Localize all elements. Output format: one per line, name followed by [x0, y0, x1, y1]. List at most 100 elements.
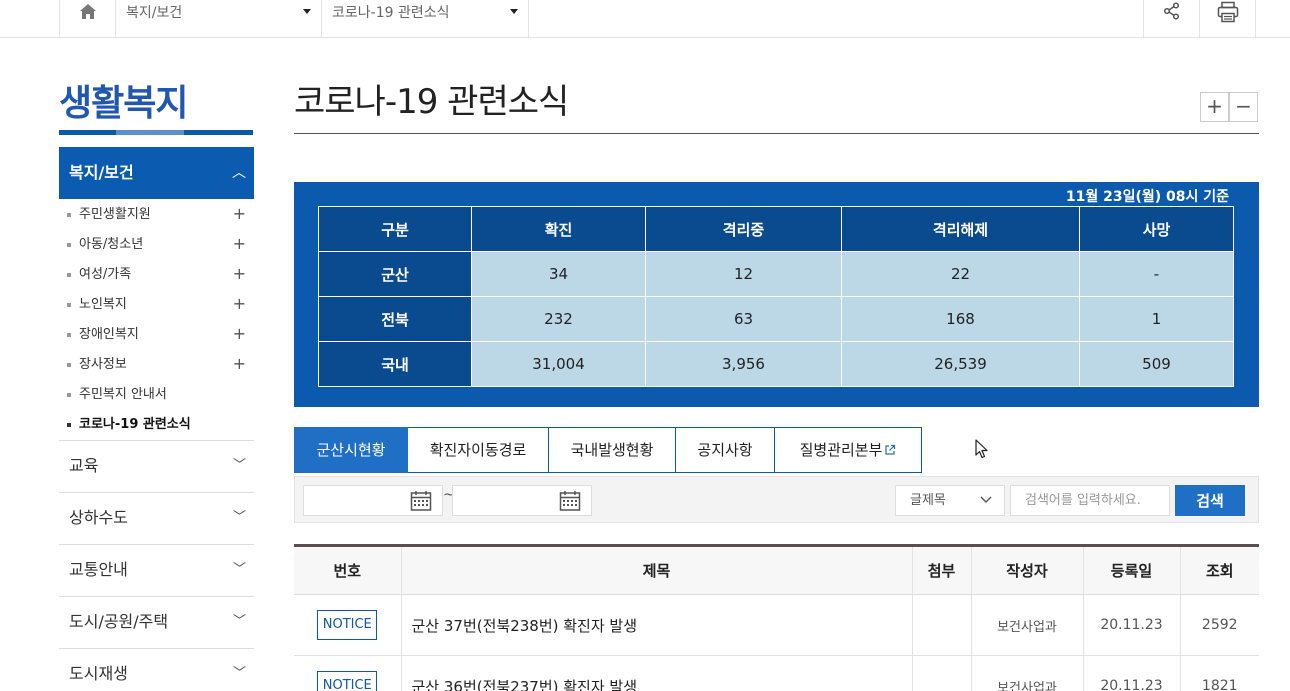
attachment-cell	[911, 594, 971, 656]
stats-row: 국내 31,004 3,956 26,539 509	[318, 341, 1234, 387]
page-select[interactable]: 코로나-19 관련소식	[322, 0, 529, 37]
sidebar-item[interactable]: 주민생활지원 +	[59, 203, 254, 233]
sidebar-section-water[interactable]: 상하수도 ﹀	[59, 492, 254, 544]
sidebar-item[interactable]: 주민복지 안내서	[59, 383, 254, 413]
plus-icon[interactable]: +	[233, 233, 246, 255]
sidebar-item[interactable]: 여성/가족 +	[59, 263, 254, 293]
sidebar-item-label: 장사정보	[79, 357, 127, 372]
sidebar-item[interactable]: 아동/청소년 +	[59, 233, 254, 263]
table-row[interactable]: NOTICE 군산 36번(전북237번) 확진자 발생 보건사업과 20.11…	[294, 655, 1259, 691]
date-cell: 20.11.23	[1082, 594, 1180, 656]
sidebar-section-education[interactable]: 교육 ﹀	[59, 440, 254, 492]
post-title-link[interactable]: 군산 37번(전북238번) 확진자 발생	[400, 594, 912, 656]
stats-cell: 232	[471, 296, 646, 342]
tab-patient-route[interactable]: 확진자이동경로	[408, 427, 549, 473]
stats-cell: 509	[1079, 341, 1234, 387]
home-icon	[79, 4, 96, 19]
notice-board-table: 번호 제목 첨부 작성자 등록일 조회 NOTICE 군산 37번(전북238번…	[294, 544, 1259, 691]
sidebar-section-label: 복지/보건	[69, 163, 134, 182]
search-bar: ~ 글제목 검색	[294, 476, 1259, 523]
sidebar-section-label: 교통안내	[69, 560, 128, 579]
views-cell: 1821	[1179, 655, 1259, 691]
stats-cell: 1	[1079, 296, 1234, 342]
sidebar-section-traffic[interactable]: 교통안내 ﹀	[59, 544, 254, 596]
chevron-down-icon: ﹀	[232, 458, 246, 473]
chevron-down-icon	[980, 496, 992, 503]
external-link-icon	[885, 444, 896, 455]
stats-row: 전북 232 63 168 1	[318, 296, 1234, 342]
plus-icon[interactable]: +	[233, 263, 246, 285]
start-date-field[interactable]	[303, 485, 443, 516]
sidebar-section-city[interactable]: 도시/공원/주택 ﹀	[59, 596, 254, 648]
chevron-down-icon: ﹀	[232, 510, 246, 525]
print-button[interactable]	[1199, 0, 1256, 37]
notice-badge: NOTICE	[317, 610, 378, 640]
top-navigation-bar: 복지/보건 코로나-19 관련소식	[0, 0, 1290, 38]
sidebar-item-label: 주민복지 안내서	[79, 387, 167, 402]
board-header: 제목	[400, 545, 912, 595]
tab-notices[interactable]: 공지사항	[676, 427, 775, 473]
board-header: 조회	[1179, 545, 1259, 595]
sidebar-item-label: 주민생활지원	[79, 207, 151, 222]
search-button[interactable]: 검색	[1175, 485, 1245, 516]
sidebar-item[interactable]: 노인복지 +	[59, 293, 254, 323]
sidebar-item-label: 노인복지	[79, 297, 127, 312]
tab-kcdc[interactable]: 질병관리본부	[775, 427, 922, 473]
chevron-up-icon: ︿	[232, 165, 246, 181]
print-icon	[1217, 1, 1238, 22]
calendar-icon[interactable]	[559, 490, 581, 512]
plus-icon[interactable]: +	[233, 203, 246, 225]
stats-header: 격리중	[645, 206, 842, 252]
category-select-value: 복지/보건	[126, 5, 183, 21]
sidebar-submenu: 주민생활지원 + 아동/청소년 + 여성/가족 + 노인복지 + 장애인복지 + 장사정보…	[59, 203, 254, 443]
covid-stats-panel: 11월 23일(월) 08시 기준 구분 확진 격리중 격리해제 사망 군산 3…	[294, 182, 1259, 407]
stats-region: 국내	[318, 341, 472, 387]
zoom-out-button[interactable]: −	[1229, 92, 1258, 122]
plus-icon[interactable]: +	[233, 293, 246, 315]
sidebar-section-label: 교육	[69, 456, 99, 475]
stats-header: 격리해제	[841, 206, 1080, 252]
plus-icon[interactable]: +	[233, 353, 246, 375]
category-select[interactable]: 복지/보건	[116, 0, 322, 37]
stats-cell: 12	[645, 251, 842, 297]
home-button[interactable]	[59, 0, 116, 37]
stats-cell: 63	[645, 296, 842, 342]
share-button[interactable]	[1143, 0, 1200, 37]
stats-cell: 34	[471, 251, 646, 297]
author-cell: 보건사업과	[970, 655, 1083, 691]
chevron-down-icon: ﹀	[232, 562, 246, 577]
zoom-in-button[interactable]: +	[1200, 92, 1229, 122]
page-title: 코로나-19 관련소식	[294, 82, 569, 122]
tab-domestic-status[interactable]: 국내발생현황	[549, 427, 676, 473]
table-row[interactable]: NOTICE 군산 37번(전북238번) 확진자 발생 보건사업과 20.11…	[294, 594, 1259, 656]
stats-region: 군산	[318, 251, 472, 297]
sidebar-item[interactable]: 장애인복지 +	[59, 323, 254, 353]
share-icon	[1163, 1, 1180, 20]
chevron-down-icon	[303, 9, 311, 14]
sidebar-section-welfare-health[interactable]: 복지/보건 ︿	[59, 147, 254, 199]
notice-badge: NOTICE	[317, 671, 378, 691]
sidebar-section-label: 상하수도	[69, 508, 128, 527]
search-field-select-value: 글제목	[910, 493, 946, 508]
sidebar-title: 생활복지	[59, 83, 188, 124]
chevron-down-icon: ﹀	[232, 614, 246, 629]
stats-cell: 31,004	[471, 341, 646, 387]
post-title-link[interactable]: 군산 36번(전북237번) 확진자 발생	[400, 655, 912, 691]
end-date-field[interactable]	[452, 485, 592, 516]
stats-row: 군산 34 12 22 -	[318, 251, 1234, 297]
stats-header: 확진	[471, 206, 646, 252]
stats-cell: 26,539	[841, 341, 1080, 387]
sidebar-item-current[interactable]: 코로나-19 관련소식	[59, 413, 254, 443]
sidebar-item-label: 장애인복지	[79, 327, 139, 342]
calendar-icon[interactable]	[410, 490, 432, 512]
search-input[interactable]	[1010, 485, 1170, 516]
search-field-select[interactable]: 글제목	[895, 485, 1005, 516]
tab-gunsan-status[interactable]: 군산시현황	[294, 427, 408, 473]
plus-icon[interactable]: +	[233, 323, 246, 345]
sidebar-section-regeneration[interactable]: 도시재생 ﹀	[59, 648, 254, 691]
board-header: 등록일	[1082, 545, 1180, 595]
views-cell: 2592	[1179, 594, 1259, 656]
stats-cell: 168	[841, 296, 1080, 342]
sidebar-section-label: 도시재생	[69, 664, 128, 683]
sidebar-item[interactable]: 장사정보 +	[59, 353, 254, 383]
